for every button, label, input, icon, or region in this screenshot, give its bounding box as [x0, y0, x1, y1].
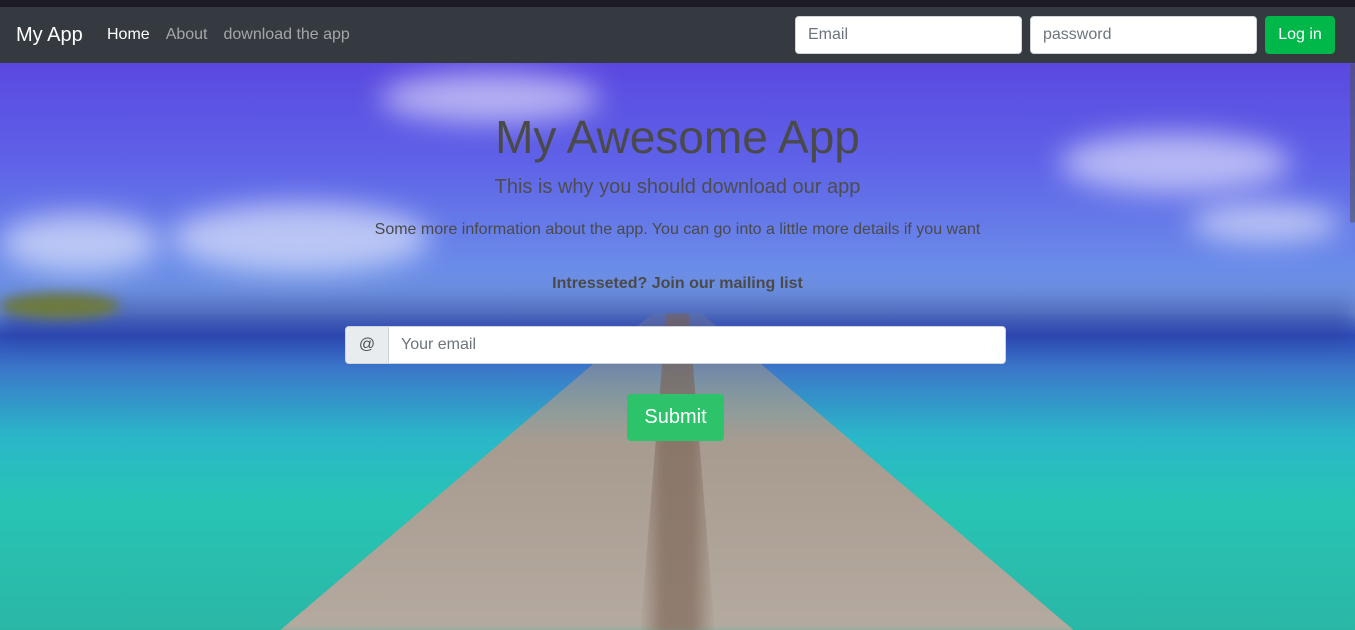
nav-link-home[interactable]: Home — [107, 25, 150, 45]
nav-links: Home About download the app — [107, 25, 366, 45]
nav-link-about[interactable]: About — [166, 25, 208, 45]
brand-logo[interactable]: My App — [16, 23, 83, 47]
hero-info-text: Some more information about the app. You… — [374, 221, 981, 238]
hero-section: My Awesome App This is why you should do… — [0, 63, 1355, 630]
mailing-list-prompt: Intresseted? Join our mailing list — [552, 275, 803, 292]
top-navbar: My App Home About download the app Log i… — [0, 7, 1355, 63]
window-top-strip — [0, 0, 1355, 7]
submit-button[interactable]: Submit — [627, 394, 724, 441]
login-button[interactable]: Log in — [1265, 16, 1335, 54]
mailing-list-email-input[interactable] — [388, 326, 1006, 364]
nav-link-download[interactable]: download the app — [224, 25, 350, 45]
hero-subtitle: This is why you should download our app — [494, 176, 861, 198]
page-scrollbar[interactable] — [1350, 63, 1355, 223]
login-password-input[interactable] — [1030, 16, 1257, 54]
login-email-input[interactable] — [795, 16, 1022, 54]
hero-title: My Awesome App — [495, 111, 860, 163]
at-sign-icon: @ — [345, 326, 388, 364]
mailing-list-input-group: @ — [345, 326, 1006, 364]
